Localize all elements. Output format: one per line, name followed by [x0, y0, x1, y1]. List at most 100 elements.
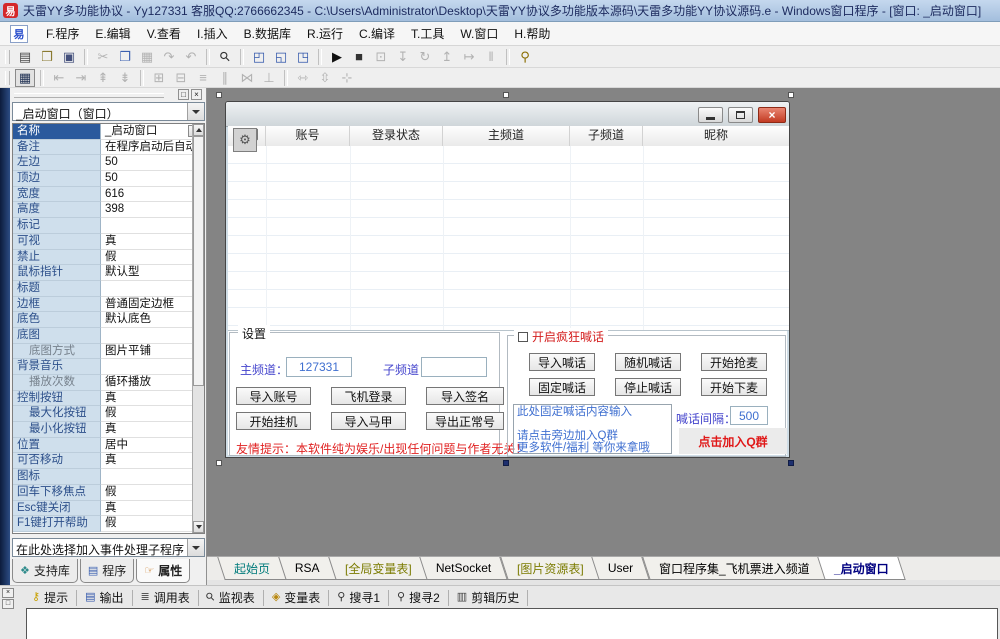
form-maximize-button[interactable]	[728, 107, 753, 123]
cut-icon[interactable]: ✂	[93, 48, 113, 66]
output-close-button[interactable]: ×	[2, 588, 14, 598]
run-icon[interactable]: ▶	[327, 48, 347, 66]
property-value[interactable]: 默认型 ...	[101, 265, 204, 281]
file-tab[interactable]: User	[592, 557, 651, 580]
output-tab[interactable]: ▥ 剪辑历史	[449, 590, 528, 606]
pause-icon[interactable]: ‖	[481, 48, 501, 66]
property-value[interactable]: 真 ...	[101, 501, 204, 517]
object-selector[interactable]: _启动窗口（窗口）	[12, 102, 205, 121]
property-value[interactable]: 真 ...	[101, 453, 204, 469]
dropdown-button[interactable]	[187, 539, 204, 556]
fixed-shout-memo[interactable]: 此处固定喊话内容输入 请点击旁边加入Q群 更多软件/福利 等你来拿哦	[513, 404, 672, 454]
property-row[interactable]: 高度 398 ...	[13, 202, 204, 218]
file-tab[interactable]: 窗口程序集_飞机票进入频道	[642, 557, 826, 580]
property-row[interactable]: 名称 _启动窗口 ...	[13, 124, 204, 140]
property-row[interactable]: 图标 ...	[13, 469, 204, 485]
run-to-cursor-icon[interactable]: ↦	[459, 48, 479, 66]
menu-item[interactable]: B.数据库	[236, 23, 299, 44]
center-horizontal-icon[interactable]: ⊞	[149, 69, 169, 87]
file-tab[interactable]: _启动窗口	[818, 557, 906, 580]
find-icon[interactable]: ⚲	[215, 48, 235, 66]
property-value[interactable]: 默认底色 ...	[101, 312, 204, 328]
sub-channel-input[interactable]	[421, 357, 487, 377]
property-row[interactable]: 播放次数 循环播放 ...	[13, 375, 204, 391]
account-listview[interactable]: 序列 账号 登录状态 主频道 子频道 昵称	[228, 126, 789, 331]
join-qq-group-button[interactable]: 点击加入Q群	[679, 428, 787, 454]
center-vertical-icon[interactable]: ⊟	[171, 69, 191, 87]
panel-tab[interactable]: ☞ 属性	[136, 559, 190, 583]
output-tab[interactable]: ⚷ 提示	[24, 590, 77, 606]
property-row[interactable]: 备注 在程序启动后自动 ...	[13, 140, 204, 156]
selection-handle-top-right[interactable]	[788, 92, 794, 98]
property-row[interactable]: 顶边 50 ...	[13, 171, 204, 187]
property-value[interactable]: 图片平铺 ...	[101, 344, 204, 360]
form-close-button[interactable]: ×	[758, 107, 786, 123]
window-layout-bottom-icon[interactable]: ◱	[271, 48, 291, 66]
fit-both-icon[interactable]: ⊹	[337, 69, 357, 87]
form-button[interactable]: 导入喊话	[529, 353, 595, 371]
file-tab[interactable]: [图片资源表]	[500, 557, 600, 580]
panel-tab[interactable]: ▤ 程序	[80, 559, 134, 583]
fit-width-icon[interactable]: ⇿	[293, 69, 313, 87]
space-vertical-icon[interactable]: ∥	[215, 69, 235, 87]
fit-height-icon[interactable]: ⇳	[315, 69, 335, 87]
property-row[interactable]: 鼠标指针 默认型 ...	[13, 265, 204, 281]
open-file-icon[interactable]: ❒	[37, 48, 57, 66]
stop-icon[interactable]: ■	[349, 48, 369, 66]
selection-handle-top-left[interactable]	[216, 92, 222, 98]
menu-item[interactable]: E.编辑	[87, 23, 138, 44]
output-content[interactable]	[26, 608, 998, 639]
menu-item[interactable]: T.工具	[403, 23, 452, 44]
step-out-icon[interactable]: ↥	[437, 48, 457, 66]
property-row[interactable]: 边框 普通固定边框 ...	[13, 297, 204, 313]
form-button[interactable]: 飞机登录	[331, 387, 406, 405]
property-value[interactable]: 在程序启动后自动 ...	[101, 140, 204, 156]
form-window[interactable]: × 序列 账号 登录状态 主频道	[225, 101, 790, 458]
find-symbol-icon[interactable]: ⚲	[515, 48, 535, 66]
scroll-up-button[interactable]	[193, 124, 204, 136]
form-button[interactable]: 导出正常号	[426, 412, 504, 430]
listview-column-header[interactable]: 昵称	[643, 126, 789, 146]
listview-column-header[interactable]: 账号	[266, 126, 350, 146]
align-right-icon[interactable]: ⇥	[71, 69, 91, 87]
scrollbar-thumb[interactable]	[193, 136, 204, 386]
property-value[interactable]: 真 ...	[101, 391, 204, 407]
form-button[interactable]: 随机喊话	[615, 353, 681, 371]
property-row[interactable]: 控制按钮 真 ...	[13, 391, 204, 407]
menu-item[interactable]: C.编译	[351, 23, 403, 44]
property-value[interactable]: 398 ...	[101, 202, 204, 218]
step-into-icon[interactable]: ↧	[393, 48, 413, 66]
property-value[interactable]: ...	[101, 469, 204, 485]
property-value[interactable]: 真 ...	[101, 422, 204, 438]
step-over-icon[interactable]: ↻	[415, 48, 435, 66]
main-channel-input[interactable]: 127331	[286, 357, 352, 377]
listview-column-header[interactable]: 子频道	[570, 126, 643, 146]
output-float-button[interactable]: □	[2, 599, 14, 609]
file-tab[interactable]: [全局变量表]	[328, 557, 428, 580]
form-button[interactable]: 开始挂机	[236, 412, 311, 430]
property-row[interactable]: 底图 ...	[13, 328, 204, 344]
property-row[interactable]: 标题 ...	[13, 281, 204, 297]
property-row[interactable]: 底图方式 图片平铺 ...	[13, 344, 204, 360]
dropdown-button[interactable]	[187, 103, 204, 120]
crazy-shout-label[interactable]: 开启疯狂喊话	[532, 328, 604, 345]
event-selector[interactable]: 在此处选择加入事件处理子程序	[12, 538, 205, 557]
property-row[interactable]: 最小化按钮 真 ...	[13, 422, 204, 438]
same-width-icon[interactable]: ⋈	[237, 69, 257, 87]
menu-item[interactable]: W.窗口	[452, 23, 506, 44]
shout-interval-input[interactable]: 500	[730, 406, 768, 425]
property-row[interactable]: 可视 真 ...	[13, 234, 204, 250]
property-row[interactable]: 禁止 假 ...	[13, 250, 204, 266]
form-button[interactable]: 导入马甲	[331, 412, 406, 430]
form-minimize-button[interactable]	[698, 107, 723, 123]
output-tab[interactable]: ⚲ 搜寻1	[329, 590, 389, 606]
align-bottom-icon[interactable]: ⇟	[115, 69, 135, 87]
crazy-shout-checkbox[interactable]	[518, 332, 528, 342]
space-horizontal-icon[interactable]: ≡	[193, 69, 213, 87]
property-value[interactable]: 50 ...	[101, 171, 204, 187]
property-row[interactable]: 宽度 616 ...	[13, 187, 204, 203]
property-row[interactable]: F1键打开帮助 假 ...	[13, 516, 204, 532]
redo-icon[interactable]: ↷	[159, 48, 179, 66]
output-tab[interactable]: ◈ 变量表	[264, 590, 329, 606]
align-left-icon[interactable]: ⇤	[49, 69, 69, 87]
